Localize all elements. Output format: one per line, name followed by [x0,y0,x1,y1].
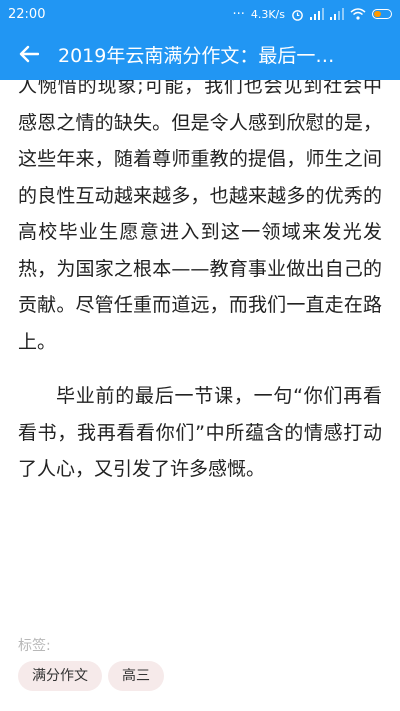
back-button[interactable] [14,39,44,69]
tag-chip[interactable]: 满分作文 [18,661,102,691]
page-title: 2019年云南满分作文：最后一… [58,44,335,67]
article-content[interactable]: 人惋惜的现象;可能，我们也会见到社会中感恩之情的缺失。但是令人感到欣慰的是，这些… [0,80,400,711]
tag-chip[interactable]: 高三 [108,661,164,691]
back-arrow-icon [19,45,39,63]
signal-icon-2 [330,8,344,20]
app-bar: 2019年云南满分作文：最后一… [0,28,400,80]
article-body: 人惋惜的现象;可能，我们也会见到社会中感恩之情的缺失。但是令人感到欣慰的是，这些… [18,80,382,488]
status-icons: ··· 4.3K/s [232,7,392,22]
wifi-icon [350,8,366,20]
tag-list: 满分作文 高三 [18,661,164,691]
article-paragraph: 人惋惜的现象;可能，我们也会见到社会中感恩之情的缺失。但是令人感到欣慰的是，这些… [18,80,382,353]
article-paragraph: 毕业前的最后一节课，一句“你们再看看书，我再看看你们”中所蕴含的情感打动了人心，… [18,385,382,480]
status-dots: ··· [232,6,245,22]
battery-icon [372,9,392,19]
tags-label: 标签: [18,638,51,654]
network-speed: 4.3K/s [250,7,285,21]
signal-icon [310,8,324,20]
battery-level-fill [374,11,382,17]
status-bar: 22:00 ··· 4.3K/s [0,0,400,28]
status-time: 22:00 [8,6,46,22]
alarm-icon [292,9,303,21]
